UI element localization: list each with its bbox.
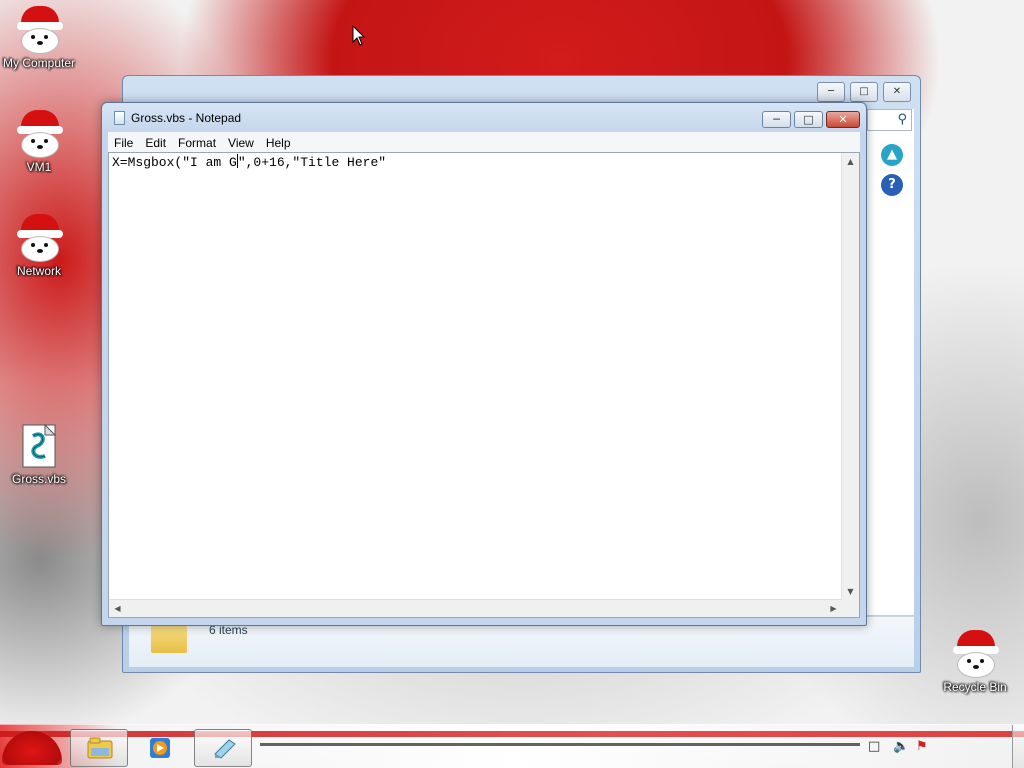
folder-icon bbox=[87, 737, 113, 759]
maximize-icon: □ bbox=[803, 113, 814, 126]
santa-dog-icon bbox=[15, 110, 63, 158]
santa-dog-icon bbox=[15, 214, 63, 262]
horizontal-scrollbar[interactable]: ◀ ▶ bbox=[109, 599, 842, 617]
vbscript-file-icon bbox=[15, 422, 63, 470]
taskbar: □ 🔈 ⚑ bbox=[0, 724, 1024, 768]
volume-icon[interactable]: 🔈 bbox=[893, 739, 909, 754]
desktop-icon-vm1[interactable]: VM1 bbox=[0, 110, 81, 174]
window-title: Gross.vbs - Notepad bbox=[131, 111, 242, 125]
action-center-flag-icon[interactable]: ⚑ bbox=[916, 739, 928, 754]
santa-dog-icon bbox=[15, 6, 63, 54]
explorer-close-button[interactable]: ✕ bbox=[883, 82, 911, 102]
notepad-window[interactable]: Gross.vbs - Notepad ─ □ ✕ File Edit Format… bbox=[101, 102, 867, 626]
menu-help[interactable]: Help bbox=[260, 133, 297, 153]
text-after-caret: ",0+16,"Title Here" bbox=[237, 155, 387, 170]
minimize-button[interactable]: ─ bbox=[762, 111, 791, 128]
desktop-icon-label: Network bbox=[16, 264, 61, 278]
desktop-icon-recycle-bin[interactable]: Recycle Bin bbox=[933, 630, 1017, 694]
scroll-right-arrow-icon[interactable]: ▶ bbox=[825, 600, 842, 617]
notepad-icon bbox=[114, 111, 125, 125]
menu-view[interactable]: View bbox=[222, 133, 260, 153]
notepad-icon bbox=[214, 739, 236, 759]
close-button[interactable]: ✕ bbox=[826, 111, 860, 128]
menu-file[interactable]: File bbox=[108, 133, 139, 153]
show-desktop-button[interactable] bbox=[1012, 725, 1024, 768]
search-icon: ⚲ bbox=[897, 112, 907, 127]
text-before-caret: X=Msgbox("I am G bbox=[112, 155, 237, 170]
taskbar-notepad-button[interactable] bbox=[194, 729, 252, 767]
explorer-maximize-button[interactable]: □ bbox=[850, 82, 878, 102]
desktop-icon-my-computer[interactable]: My Computer bbox=[0, 6, 81, 70]
vertical-scrollbar[interactable]: ▲ ▼ bbox=[841, 153, 859, 600]
network-icon[interactable]: □ bbox=[868, 739, 880, 754]
explorer-minimize-button[interactable]: ─ bbox=[817, 82, 845, 102]
desktop-icon-label: VM1 bbox=[26, 160, 52, 174]
taskbar-explorer-button[interactable] bbox=[70, 729, 128, 767]
mouse-cursor-icon bbox=[352, 25, 366, 46]
menu-bar: File Edit Format View Help bbox=[108, 132, 860, 152]
explorer-search-button[interactable]: ⚲ bbox=[867, 109, 912, 131]
help-icon[interactable]: ? bbox=[881, 174, 903, 196]
taskbar-decor-line bbox=[260, 743, 860, 746]
menu-format[interactable]: Format bbox=[172, 133, 222, 153]
notepad-titlebar[interactable]: Gross.vbs - Notepad ─ □ ✕ bbox=[102, 103, 866, 133]
minimize-icon: ─ bbox=[773, 113, 780, 126]
desktop-icon-label: Gross.vbs bbox=[11, 472, 66, 486]
resize-grip[interactable] bbox=[842, 600, 859, 617]
text-editor-area[interactable]: X=Msgbox("I am G",0+16,"Title Here" ▲ ▼ … bbox=[108, 152, 860, 618]
desktop-icon-label: Recycle Bin bbox=[943, 680, 1007, 694]
taskbar-media-player-button[interactable] bbox=[130, 729, 188, 767]
desktop-icon-label: My Computer bbox=[2, 56, 76, 70]
desktop-icon-gross-vbs[interactable]: Gross.vbs bbox=[0, 422, 81, 486]
close-icon: ✕ bbox=[838, 113, 848, 126]
scroll-up-arrow-icon[interactable]: ▲ bbox=[842, 153, 859, 170]
scroll-left-arrow-icon[interactable]: ◀ bbox=[109, 600, 126, 617]
maximize-button[interactable]: □ bbox=[794, 111, 823, 128]
menu-edit[interactable]: Edit bbox=[139, 133, 172, 153]
folder-icon bbox=[151, 623, 187, 653]
shell-icon[interactable]: ▲ bbox=[881, 144, 903, 166]
santa-dog-icon bbox=[951, 630, 999, 678]
media-player-icon bbox=[150, 738, 170, 758]
desktop-icon-network[interactable]: Network bbox=[0, 214, 81, 278]
desktop: My Computer VM1 Network Gross.vbs Recycl… bbox=[0, 0, 1024, 768]
editor-content[interactable]: X=Msgbox("I am G",0+16,"Title Here" bbox=[112, 154, 386, 171]
scroll-down-arrow-icon[interactable]: ▼ bbox=[842, 583, 859, 600]
